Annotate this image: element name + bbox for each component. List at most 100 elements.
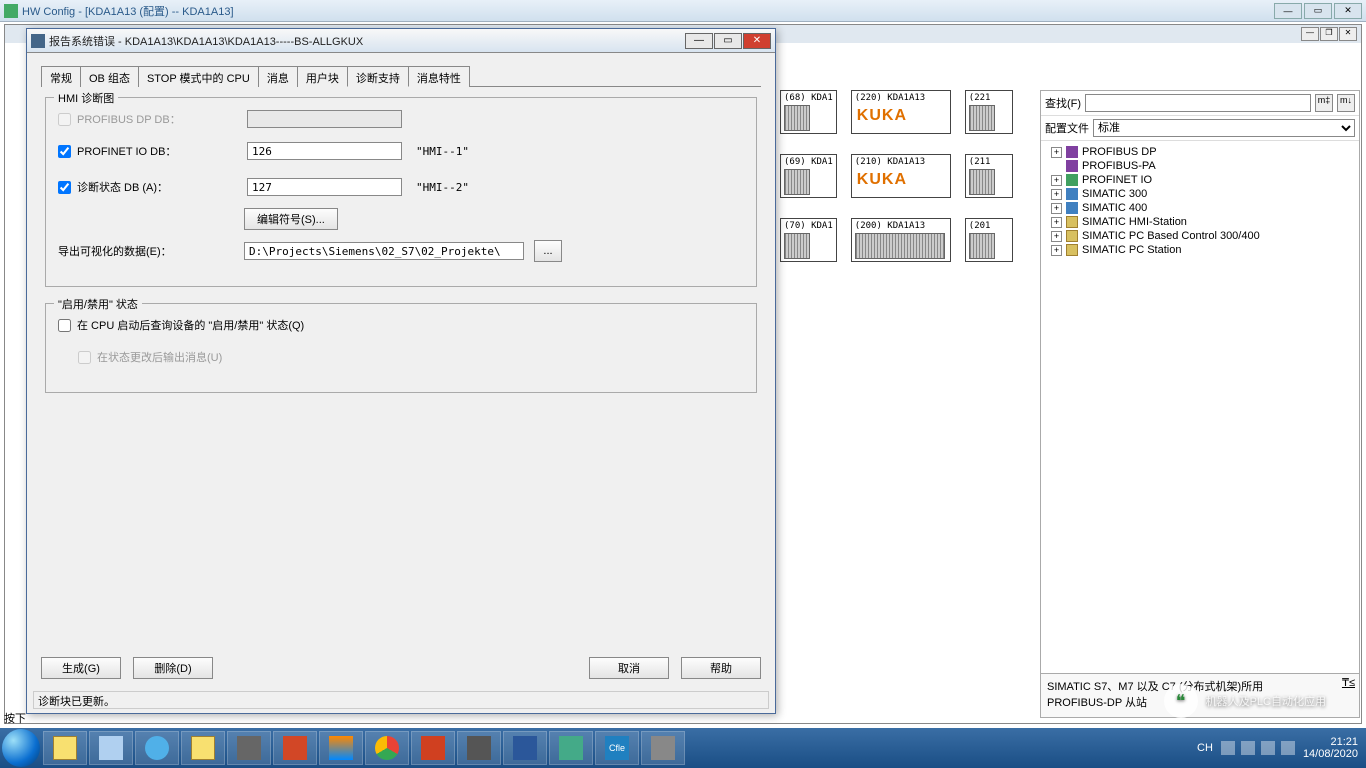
dialog-close-button[interactable]: ✕	[743, 33, 771, 49]
taskbar-app-icon[interactable]	[641, 731, 685, 765]
dialog-minimize-button[interactable]: —	[685, 33, 713, 49]
catalog-description: SIMATIC S7、M7 以及 C7 (分布式机架)所用 PROFIBUS-D…	[1041, 673, 1359, 717]
hw-node[interactable]: (68) KDA1	[780, 90, 837, 134]
tray-icon[interactable]	[1221, 741, 1235, 755]
tray-clock[interactable]: 21:21 14/08/2020	[1303, 736, 1358, 760]
tree-item[interactable]: +SIMATIC PC Station	[1043, 243, 1357, 257]
generate-button[interactable]: 生成(G)	[41, 657, 121, 679]
start-button[interactable]	[2, 729, 40, 767]
tree-item[interactable]: +PROFIBUS-PA	[1043, 159, 1357, 173]
tray-flag-icon[interactable]	[1241, 741, 1255, 755]
profibus-dp-db-label: PROFIBUS DP DB：	[77, 111, 247, 127]
taskbar-app-icon[interactable]	[227, 731, 271, 765]
query-on-startup-checkbox[interactable]	[58, 319, 71, 332]
delete-button[interactable]: 删除(D)	[133, 657, 213, 679]
taskbar-app-icon[interactable]	[457, 731, 501, 765]
taskbar-app-icon[interactable]	[319, 731, 363, 765]
main-title: HW Config - [KDA1A13 (配置) -- KDA1A13]	[22, 3, 1274, 19]
profile-label: 配置文件	[1045, 120, 1089, 136]
dialog-icon	[31, 34, 45, 48]
taskbar-chrome-icon[interactable]	[365, 731, 409, 765]
browse-button[interactable]: ...	[534, 240, 562, 262]
search-down-button[interactable]: m↓	[1337, 94, 1355, 112]
hardware-canvas: (68) KDA1 (220) KDA1A13KUKA (221 (69) KD…	[780, 90, 1030, 400]
export-label: 导出可视化的数据(E)：	[58, 243, 244, 259]
taskbar-hwconfig-icon[interactable]	[549, 731, 593, 765]
system-tray[interactable]: CH 21:21 14/08/2020	[1197, 736, 1364, 760]
enable-disable-state-group: "启用/禁用" 状态 在 CPU 启动后查询设备的 "启用/禁用" 状态(Q) …	[45, 303, 757, 393]
taskbar-app-icon[interactable]	[411, 731, 455, 765]
taskbar-browser-icon[interactable]	[135, 731, 179, 765]
export-path-input[interactable]	[244, 242, 524, 260]
hw-node[interactable]: (220) KDA1A13KUKA	[851, 90, 951, 134]
catalog-panel: 查找(F) m‡ m↓ 配置文件 标准 +PROFIBUS DP +PROFIB…	[1040, 90, 1360, 718]
taskbar-folder-icon[interactable]	[181, 731, 225, 765]
main-minimize-button[interactable]: —	[1274, 3, 1302, 19]
taskbar: Cfle CH 21:21 14/08/2020	[0, 728, 1366, 768]
tab-message-props[interactable]: 消息特性	[408, 66, 470, 87]
catalog-tree[interactable]: +PROFIBUS DP +PROFIBUS-PA +PROFINET IO +…	[1041, 141, 1359, 673]
child-minimize-button[interactable]: —	[1301, 27, 1319, 41]
tab-stop-cpu[interactable]: STOP 模式中的 CPU	[138, 66, 259, 87]
dialog-title: 报告系统错误 - KDA1A13\KDA1A13\KDA1A13-----BS-…	[49, 33, 685, 49]
group-legend: "启用/禁用" 状态	[54, 296, 142, 312]
search-input[interactable]	[1085, 94, 1311, 112]
profibus-dp-db-checkbox[interactable]	[58, 113, 71, 126]
diag-state-db-name: "HMI--2"	[416, 181, 469, 194]
taskbar-word-icon[interactable]	[503, 731, 547, 765]
diag-state-db-label: 诊断状态 DB (A)：	[77, 179, 247, 195]
hw-node[interactable]: (200) KDA1A13	[851, 218, 951, 262]
main-statusbar: 按下	[4, 710, 26, 726]
tree-item[interactable]: +SIMATIC 400	[1043, 201, 1357, 215]
child-restore-button[interactable]: ❐	[1320, 27, 1338, 41]
search-label: 查找(F)	[1045, 95, 1081, 111]
tree-item[interactable]: +PROFINET IO	[1043, 173, 1357, 187]
taskbar-app-icon[interactable]: Cfle	[595, 731, 639, 765]
hmi-diagram-group: HMI 诊断图 PROFIBUS DP DB： PROFINET IO DB： …	[45, 97, 757, 287]
hw-node[interactable]: (201	[965, 218, 1013, 262]
cancel-button[interactable]: 取消	[589, 657, 669, 679]
output-msg-label: 在状态更改后输出消息(U)	[97, 349, 222, 365]
diag-state-db-input[interactable]	[247, 178, 402, 196]
dialog-titlebar[interactable]: 报告系统错误 - KDA1A13\KDA1A13\KDA1A13-----BS-…	[27, 29, 775, 53]
tree-item[interactable]: +PROFIBUS DP	[1043, 145, 1357, 159]
taskbar-explorer-icon[interactable]	[43, 731, 87, 765]
ime-indicator[interactable]: CH	[1197, 742, 1213, 754]
tree-item[interactable]: +SIMATIC PC Based Control 300/400	[1043, 229, 1357, 243]
hw-node[interactable]: (70) KDA1	[780, 218, 837, 262]
tab-ob-config[interactable]: OB 组态	[80, 66, 139, 87]
dialog-maximize-button[interactable]: ▭	[714, 33, 742, 49]
hw-node[interactable]: (69) KDA1	[780, 154, 837, 198]
main-maximize-button[interactable]: ▭	[1304, 3, 1332, 19]
main-titlebar: HW Config - [KDA1A13 (配置) -- KDA1A13] — …	[0, 0, 1366, 22]
profinet-io-db-label: PROFINET IO DB：	[77, 143, 247, 159]
group-legend: HMI 诊断图	[54, 90, 118, 106]
tree-item[interactable]: +SIMATIC 300	[1043, 187, 1357, 201]
profile-select[interactable]: 标准	[1093, 119, 1355, 137]
tab-diagnostic-support[interactable]: 诊断支持	[347, 66, 409, 87]
hw-node[interactable]: (210) KDA1A13KUKA	[851, 154, 951, 198]
search-up-button[interactable]: m‡	[1315, 94, 1333, 112]
profinet-io-db-input[interactable]	[247, 142, 402, 160]
tray-volume-icon[interactable]	[1281, 741, 1295, 755]
tray-network-icon[interactable]	[1261, 741, 1275, 755]
hw-node[interactable]: (211	[965, 154, 1013, 198]
profinet-io-db-name: "HMI--1"	[416, 145, 469, 158]
tab-user-blocks[interactable]: 用户块	[297, 66, 348, 87]
help-button[interactable]: 帮助	[681, 657, 761, 679]
profibus-dp-db-input	[247, 110, 402, 128]
app-icon	[4, 4, 18, 18]
tab-messages[interactable]: 消息	[258, 66, 298, 87]
main-close-button[interactable]: ✕	[1334, 3, 1362, 19]
taskbar-calc-icon[interactable]	[89, 731, 133, 765]
child-close-button[interactable]: ✕	[1339, 27, 1357, 41]
query-on-startup-label: 在 CPU 启动后查询设备的 "启用/禁用" 状态(Q)	[77, 317, 304, 333]
tree-item[interactable]: +SIMATIC HMI-Station	[1043, 215, 1357, 229]
hw-node[interactable]: (221	[965, 90, 1013, 134]
tab-general[interactable]: 常规	[41, 66, 81, 87]
profinet-io-db-checkbox[interactable]	[58, 145, 71, 158]
dialog-statusbar: 诊断块已更新。	[33, 691, 769, 709]
edit-symbols-button[interactable]: 编辑符号(S)...	[244, 208, 338, 230]
diag-state-db-checkbox[interactable]	[58, 181, 71, 194]
taskbar-powerpoint-icon[interactable]	[273, 731, 317, 765]
